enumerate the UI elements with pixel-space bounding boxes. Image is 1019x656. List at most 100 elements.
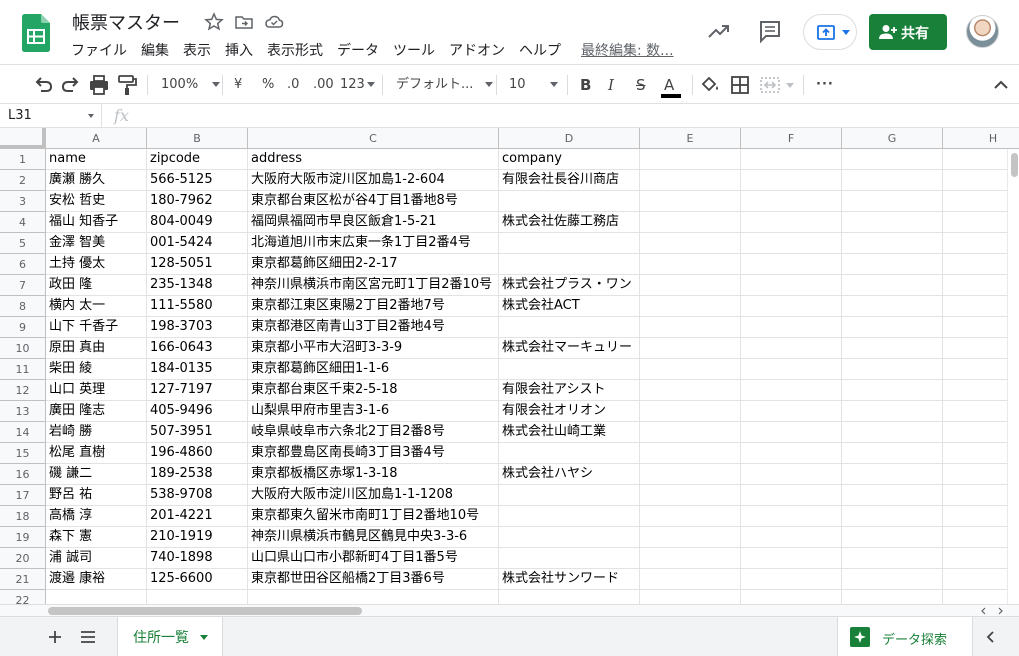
row-header[interactable]: 5: [0, 233, 46, 254]
cell-d3[interactable]: [499, 191, 640, 212]
print-icon[interactable]: [87, 73, 111, 97]
scroll-left-icon[interactable]: [979, 607, 989, 615]
chevron-left-icon[interactable]: [984, 630, 998, 644]
redo-icon[interactable]: [59, 73, 83, 97]
cell-a13[interactable]: 廣田 隆志: [46, 401, 147, 422]
cell-e4[interactable]: [640, 212, 741, 233]
cell-e10[interactable]: [640, 338, 741, 359]
cell-g8[interactable]: [842, 296, 943, 317]
cell-a3[interactable]: 安松 哲史: [46, 191, 147, 212]
font-size-select[interactable]: 10: [509, 74, 558, 96]
column-header-h[interactable]: H: [943, 128, 1019, 149]
cell-d10[interactable]: 株式会社マーキュリー: [499, 338, 640, 359]
row-header[interactable]: 13: [0, 401, 46, 422]
cell-c11[interactable]: 東京都葛飾区細田1-1-6: [248, 359, 499, 380]
cell-b13[interactable]: 405-9496: [147, 401, 248, 422]
cell-g3[interactable]: [842, 191, 943, 212]
cell-d20[interactable]: [499, 548, 640, 569]
column-header-d[interactable]: D: [499, 128, 640, 149]
cell-g20[interactable]: [842, 548, 943, 569]
cell-a12[interactable]: 山口 英理: [46, 380, 147, 401]
cell-c21[interactable]: 東京都世田谷区船橋2丁目3番6号: [248, 569, 499, 590]
row-header[interactable]: 11: [0, 359, 46, 380]
horizontal-scrollbar[interactable]: [0, 604, 1019, 616]
cell-a22[interactable]: [46, 590, 147, 604]
cell-e1[interactable]: [640, 149, 741, 170]
explore-button[interactable]: データ探索: [837, 617, 973, 656]
cell-c17[interactable]: 大阪府大阪市淀川区加島1-1-1208: [248, 485, 499, 506]
cell-b1[interactable]: zipcode: [147, 149, 248, 170]
row-header[interactable]: 6: [0, 254, 46, 275]
star-icon[interactable]: [204, 12, 224, 32]
cell-e21[interactable]: [640, 569, 741, 590]
cell-b17[interactable]: 538-9708: [147, 485, 248, 506]
cell-a5[interactable]: 金澤 智美: [46, 233, 147, 254]
cell-e12[interactable]: [640, 380, 741, 401]
cell-f3[interactable]: [741, 191, 842, 212]
cell-a1[interactable]: name: [46, 149, 147, 170]
row-header[interactable]: 12: [0, 380, 46, 401]
cell-d1[interactable]: company: [499, 149, 640, 170]
cell-g12[interactable]: [842, 380, 943, 401]
cell-c16[interactable]: 東京都板橋区赤塚1-3-18: [248, 464, 499, 485]
cell-c2[interactable]: 大阪府大阪市淀川区加島1-2-604: [248, 170, 499, 191]
cell-f18[interactable]: [741, 506, 842, 527]
cell-c20[interactable]: 山口県山口市小郡新町4丁目1番5号: [248, 548, 499, 569]
add-sheet-icon[interactable]: [47, 629, 63, 645]
cell-a15[interactable]: 松尾 直樹: [46, 443, 147, 464]
row-header[interactable]: 4: [0, 212, 46, 233]
last-edit-link[interactable]: 最終編集: 数...: [574, 38, 681, 62]
cell-b2[interactable]: 566-5125: [147, 170, 248, 191]
cell-b5[interactable]: 001-5424: [147, 233, 248, 254]
cell-d17[interactable]: [499, 485, 640, 506]
row-header[interactable]: 15: [0, 443, 46, 464]
cell-g9[interactable]: [842, 317, 943, 338]
cell-c22[interactable]: [248, 590, 499, 604]
decrease-decimal-button[interactable]: .0: [287, 74, 299, 96]
cell-g10[interactable]: [842, 338, 943, 359]
cell-f22[interactable]: [741, 590, 842, 604]
cell-f16[interactable]: [741, 464, 842, 485]
cell-g4[interactable]: [842, 212, 943, 233]
cell-c9[interactable]: 東京都港区南青山3丁目2番地4号: [248, 317, 499, 338]
cell-c4[interactable]: 福岡県福岡市早良区飯倉1-5-21: [248, 212, 499, 233]
row-header[interactable]: 16: [0, 464, 46, 485]
cell-b10[interactable]: 166-0643: [147, 338, 248, 359]
cell-e13[interactable]: [640, 401, 741, 422]
menu-edit[interactable]: 編集: [134, 38, 176, 62]
italic-button[interactable]: I: [608, 74, 614, 96]
cell-c12[interactable]: 東京都台東区千束2-5-18: [248, 380, 499, 401]
chevron-down-icon[interactable]: [786, 83, 794, 88]
cell-d18[interactable]: [499, 506, 640, 527]
scroll-right-icon[interactable]: [995, 607, 1005, 615]
cell-c3[interactable]: 東京都台東区松が谷4丁目1番地8号: [248, 191, 499, 212]
cell-a19[interactable]: 森下 憲: [46, 527, 147, 548]
trending-up-icon[interactable]: [706, 18, 732, 44]
cell-b12[interactable]: 127-7197: [147, 380, 248, 401]
row-header[interactable]: 2: [0, 170, 46, 191]
cell-f8[interactable]: [741, 296, 842, 317]
cell-c18[interactable]: 東京都東久留米市南町1丁目2番地10号: [248, 506, 499, 527]
cell-d9[interactable]: [499, 317, 640, 338]
cell-f10[interactable]: [741, 338, 842, 359]
zoom-select[interactable]: 100%: [161, 74, 221, 96]
cell-e19[interactable]: [640, 527, 741, 548]
cell-b15[interactable]: 196-4860: [147, 443, 248, 464]
row-header[interactable]: 7: [0, 275, 46, 296]
row-header[interactable]: 8: [0, 296, 46, 317]
cell-d22[interactable]: [499, 590, 640, 604]
text-color-button[interactable]: A: [661, 74, 681, 98]
borders-icon[interactable]: [728, 73, 752, 97]
paint-format-icon[interactable]: [115, 73, 139, 97]
currency-format-button[interactable]: ¥: [234, 74, 242, 96]
cell-a6[interactable]: 土持 優太: [46, 254, 147, 275]
cell-d13[interactable]: 有限会社オリオン: [499, 401, 640, 422]
cell-d7[interactable]: 株式会社プラス・ワン: [499, 275, 640, 296]
sheets-logo-icon[interactable]: [22, 14, 50, 52]
vertical-scroll-thumb[interactable]: [1011, 153, 1018, 177]
cell-c8[interactable]: 東京都江東区東陽2丁目2番地7号: [248, 296, 499, 317]
cell-d11[interactable]: [499, 359, 640, 380]
menu-help[interactable]: ヘルプ: [512, 38, 568, 62]
column-header-c[interactable]: C: [248, 128, 499, 149]
cell-g5[interactable]: [842, 233, 943, 254]
